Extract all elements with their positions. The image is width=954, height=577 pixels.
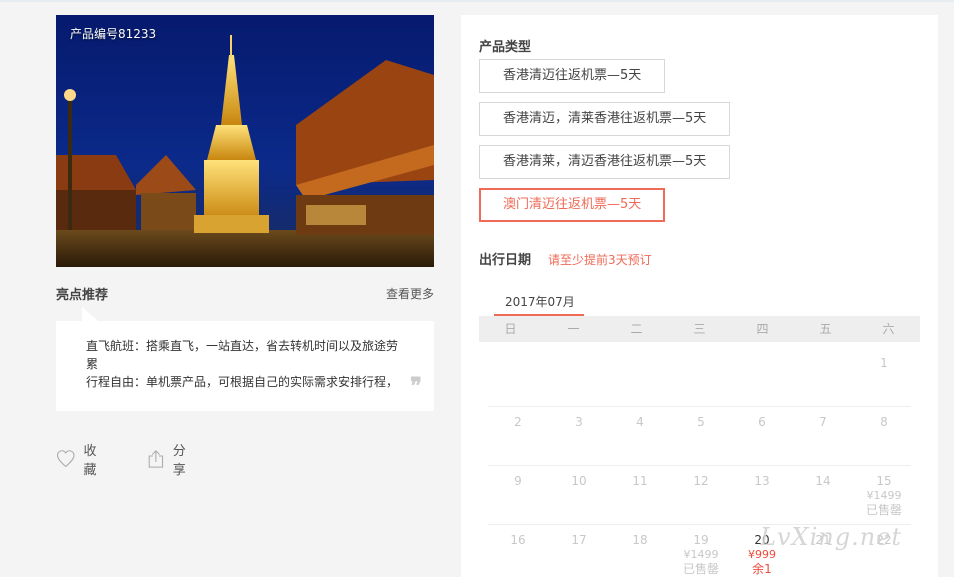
calendar-week-row: 1 [488, 348, 911, 407]
share-icon [148, 450, 164, 468]
day-number: 11 [632, 474, 648, 488]
day-number: 8 [880, 415, 888, 429]
day-number: 2 [514, 415, 522, 429]
day-number: 13 [754, 474, 770, 488]
day-number: 6 [758, 415, 766, 429]
watermark: LvXing.net [760, 523, 903, 551]
calendar-week-row: 9 10 11 12 13 14 15 ¥1499 已售罄 [488, 466, 911, 525]
day-number: 14 [815, 474, 831, 488]
travel-date-label: 出行日期 [479, 253, 532, 268]
weekday: 五 [819, 322, 832, 336]
view-more-link[interactable]: 查看更多 [386, 285, 434, 302]
product-type-option[interactable]: 香港清迈，清莱香港往返机票—5天 [479, 102, 731, 136]
calendar-day: 17 [549, 525, 609, 577]
highlights-header: 亮点推荐 查看更多 [56, 284, 434, 304]
temple-photo-image [56, 15, 434, 267]
calendar-day: 10 [549, 466, 609, 524]
calendar-day: 12 [671, 466, 731, 524]
product-type-option-selected[interactable]: 澳门清迈往返机票—5天 [479, 188, 666, 222]
highlights-box: 直飞航班：搭乘直飞，一站直达，省去转机时间以及旅途劳累 行程自由：单机票产品，可… [56, 307, 434, 411]
calendar-day: 16 [488, 525, 548, 577]
day-number: 3 [575, 415, 583, 429]
day-status: 余1 [752, 562, 772, 576]
calendar-day: 8 [854, 407, 914, 465]
booking-notice: 请至少提前3天预订 [548, 253, 652, 267]
weekday: 日 [504, 322, 517, 336]
favorite-button[interactable]: 收藏 [56, 440, 103, 478]
product-code: 产品编号81233 [70, 27, 157, 41]
day-number: 15 [876, 474, 892, 488]
day-number: 19 [693, 533, 709, 547]
share-label: 分享 [172, 444, 186, 478]
calendar-day: 15 ¥1499 已售罄 [854, 466, 914, 524]
day-status: 已售罄 [865, 503, 902, 517]
day-number: 1 [880, 356, 888, 370]
weekday-header: 日 一 二 三 四 五 六 [479, 316, 920, 342]
favorite-label: 收藏 [83, 444, 97, 478]
month-tab[interactable]: 2017年07月 [494, 291, 584, 317]
day-status: 已售罄 [682, 562, 719, 576]
weekday: 四 [756, 322, 769, 336]
day-price: ¥1499 [866, 489, 902, 502]
calendar-day: 9 [488, 466, 548, 524]
calendar-day: 14 [793, 466, 853, 524]
day-number: 9 [514, 474, 522, 488]
highlights-text: 直飞航班：搭乘直飞，一站直达，省去转机时间以及旅途劳累 行程自由：单机票产品，可… [86, 337, 406, 391]
heart-icon [56, 450, 75, 468]
weekday: 三 [693, 322, 706, 336]
calendar-day: 4 [610, 407, 670, 465]
weekday: 六 [882, 322, 895, 336]
calendar-day: 19 ¥1499 已售罄 [671, 525, 731, 577]
calendar-day: 3 [549, 407, 609, 465]
top-divider [0, 0, 954, 2]
day-number: 10 [571, 474, 587, 488]
calendar-day: 6 [732, 407, 792, 465]
day-number: 12 [693, 474, 709, 488]
day-price: ¥1499 [683, 548, 719, 561]
highlights-pointer [82, 307, 98, 321]
weekday: 一 [567, 322, 580, 336]
day-number: 17 [571, 533, 587, 547]
product-type-option[interactable]: 香港清迈往返机票—5天 [479, 59, 666, 93]
day-number: 7 [819, 415, 827, 429]
calendar-day: 18 [610, 525, 670, 577]
month-tab-label: 2017年07月 [505, 295, 575, 309]
weekday: 二 [630, 322, 643, 336]
calendar-week-row: 2 3 4 5 6 7 8 [488, 407, 911, 466]
calendar-day: 13 [732, 466, 792, 524]
product-type-label: 产品类型 [479, 40, 532, 55]
day-number: 5 [697, 415, 705, 429]
day-number: 4 [636, 415, 644, 429]
product-photo: 产品编号81233 [56, 15, 434, 267]
calendar-day: 5 [671, 407, 731, 465]
calendar-day: 7 [793, 407, 853, 465]
calendar-day: 11 [610, 466, 670, 524]
highlight-line: 直飞航班：搭乘直飞，一站直达，省去转机时间以及旅途劳累 [86, 339, 399, 371]
day-number: 18 [632, 533, 648, 547]
share-button[interactable]: 分享 [147, 440, 192, 478]
calendar-day: 1 [854, 348, 914, 406]
highlight-line: 行程自由：单机票产品，可根据自己的实际需求安排行程， [86, 375, 399, 389]
day-number: 16 [510, 533, 526, 547]
calendar-day: 2 [488, 407, 548, 465]
product-type-option[interactable]: 香港清莱，清迈香港往返机票—5天 [479, 145, 731, 179]
quote-icon: ❞ [410, 373, 422, 399]
booking-panel: 产品类型 香港清迈往返机票—5天 香港清迈，清莱香港往返机票—5天 香港清莱，清… [461, 15, 938, 577]
highlights-title: 亮点推荐 [56, 288, 109, 303]
